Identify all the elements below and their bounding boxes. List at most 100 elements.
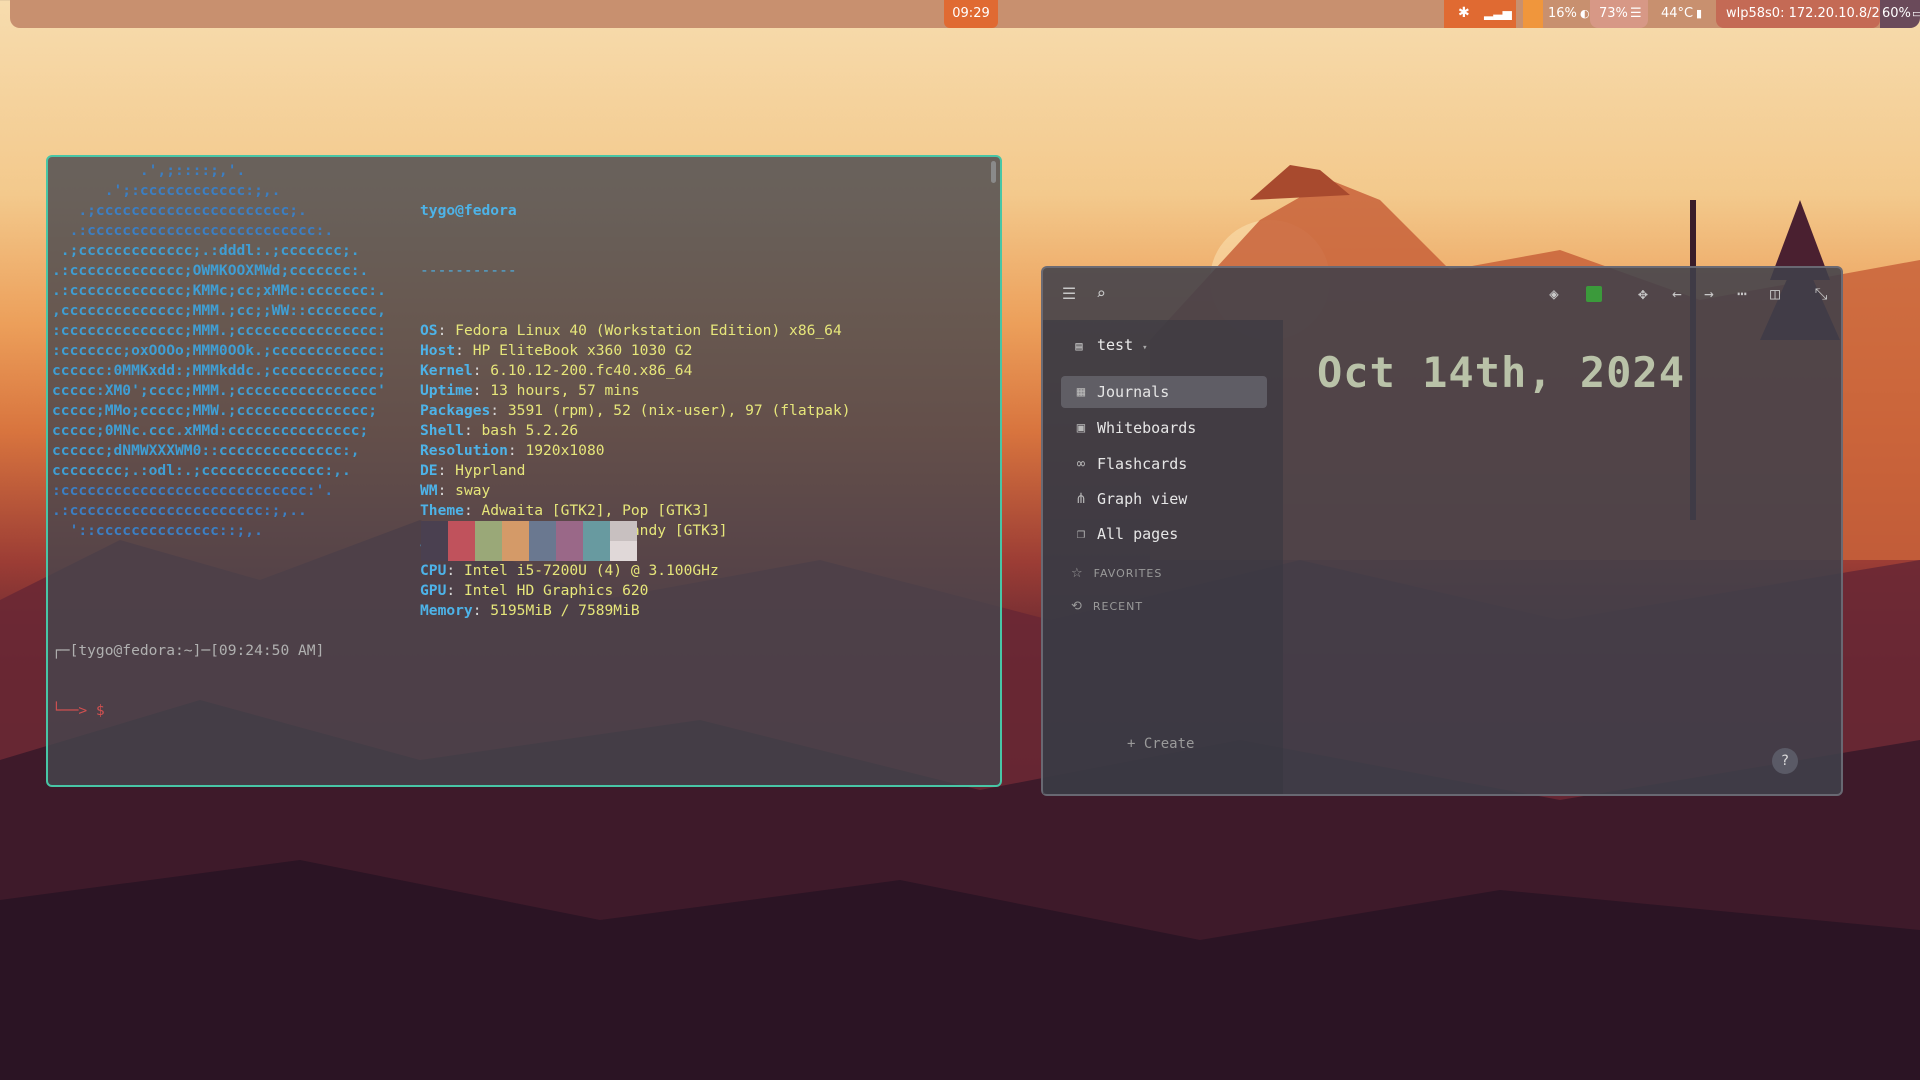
color-swatch xyxy=(610,541,637,561)
signal-icon[interactable]: ▂▃▅ xyxy=(1484,0,1512,28)
info-row: CPU: Intel i5-7200U (4) @ 3.100GHz xyxy=(420,562,719,579)
graph-name: test xyxy=(1097,336,1134,354)
logseq-window[interactable]: ☰ ⌕ ◈ ✥ ← → ⋯ ◫ ⤡ ▤ test ▾ ▦ Journals ▣ Whi… xyxy=(1041,266,1843,796)
whiteboard-icon: ▣ xyxy=(1076,420,1086,436)
info-row: Memory: 5195MiB / 7589MiB xyxy=(420,602,640,619)
info-value: bash 5.2.26 xyxy=(481,422,579,439)
create-button[interactable]: + Create xyxy=(1127,736,1194,752)
brightness-icon: ◐ xyxy=(1580,7,1590,20)
info-separator: ----------- xyxy=(420,262,517,279)
graph-icon: ⋔ xyxy=(1075,491,1087,507)
ascii-line: .:cccccccccccccccccccccc:;,.. xyxy=(52,502,307,519)
info-value: 1920x1080 xyxy=(525,442,605,459)
color-swatch xyxy=(529,521,556,541)
graph-selector[interactable]: test ▾ xyxy=(1097,336,1148,354)
color-swatch xyxy=(583,521,610,541)
info-value: Intel i5-7200U (4) @ 3.100GHz xyxy=(463,562,719,579)
ascii-line: :cccccccccccccc;MMM.;cccccccccccccccc: xyxy=(52,322,386,339)
shell-prompt[interactable]: ┌─[tygo@fedora:~]─[09:24:50 AM] └──> $ xyxy=(52,601,324,761)
plugins-icon[interactable]: ✥ xyxy=(1633,284,1653,304)
network-value[interactable]: wlp58s0: 172.20.10.8/28 xyxy=(1726,0,1888,28)
nav-item-flashcards[interactable]: ∞ Flashcards xyxy=(1061,448,1267,480)
color-swatch xyxy=(556,521,583,541)
clock[interactable]: 09:29 xyxy=(944,0,998,28)
color-palette xyxy=(421,521,637,561)
journal-title[interactable]: Oct 14th, 2024 xyxy=(1317,348,1685,397)
info-label: Uptime xyxy=(420,382,473,399)
info-row: Host: HP EliteBook x360 1030 G2 xyxy=(420,342,693,359)
volume-value[interactable]: 73% xyxy=(1599,0,1628,28)
nav-item-journals[interactable]: ▦ Journals xyxy=(1061,376,1267,408)
brightness-value[interactable]: 16% xyxy=(1548,0,1577,28)
database-icon: ▤ xyxy=(1075,339,1083,353)
ascii-line: .:ccccccccccccc;KMMc;cc;xMMc:ccccccc:. xyxy=(52,282,386,299)
info-value: Hyprland xyxy=(455,462,526,479)
nav-item-label: Graph view xyxy=(1097,490,1188,508)
nav-item-label: Flashcards xyxy=(1097,455,1188,473)
info-row: WM: sway xyxy=(420,482,491,499)
back-arrow-icon[interactable]: ← xyxy=(1667,284,1687,304)
info-row: Resolution: 1920x1080 xyxy=(420,442,605,459)
forward-arrow-icon[interactable]: → xyxy=(1699,284,1719,304)
terminal-window[interactable]: .',;::::;,'. .';:cccccccccccc:;,. .;cccc… xyxy=(46,155,1002,787)
history-icon: ⟲ xyxy=(1071,599,1083,614)
info-value: Adwaita [GTK2], Pop [GTK3] xyxy=(481,502,710,519)
recent-header[interactable]: ⟲ RECENT xyxy=(1071,599,1143,614)
color-swatch xyxy=(421,541,448,561)
info-value: Fedora Linux 40 (Workstation Edition) x8… xyxy=(455,322,842,339)
top-status-bar: 09:29 ✱ ▂▃▅ 16% ◐ 73% ☰ 44°C ▮ wlp58s0: … xyxy=(10,0,1920,28)
git-icon[interactable]: ◈ xyxy=(1544,284,1564,304)
nav-item-graph-view[interactable]: ⋔ Graph view xyxy=(1061,483,1267,515)
info-label: Theme xyxy=(420,502,464,519)
help-button[interactable]: ? xyxy=(1772,748,1798,774)
info-label: GPU xyxy=(420,582,447,599)
info-label: Resolution xyxy=(420,442,508,459)
terminal-scrollbar[interactable] xyxy=(991,161,996,183)
menu-icon[interactable]: ☰ xyxy=(1059,284,1079,304)
ascii-line: .:cccccccccccccccccccccccccc:. xyxy=(52,222,334,239)
prompt-line-1: ┌─[tygo@fedora:~]─[09:24:50 AM] xyxy=(52,642,325,659)
color-swatch xyxy=(448,541,475,561)
ascii-line: '::cccccccccccccc::;,. xyxy=(52,522,263,539)
nav-item-label: Whiteboards xyxy=(1097,419,1197,437)
info-row: GPU: Intel HD Graphics 620 xyxy=(420,582,649,599)
ascii-line: ccccc;0MNc.ccc.xMMd:ccccccccccccccc; xyxy=(52,422,369,439)
info-label: Shell xyxy=(420,422,464,439)
ascii-line: .';:cccccccccccc:;,. xyxy=(52,182,281,199)
brightness-pill xyxy=(1523,0,1543,28)
nav-item-all-pages[interactable]: ❐ All pages xyxy=(1061,518,1267,550)
color-swatch xyxy=(502,541,529,561)
info-row: Packages: 3591 (rpm), 52 (nix-user), 97 … xyxy=(420,402,851,419)
ascii-line: .:ccccccccccccc;OWMKOOXMWd;ccccccc:. xyxy=(52,262,369,279)
battery-icon: ▭ xyxy=(1912,7,1920,20)
bluetooth-icon[interactable]: ✱ xyxy=(1458,0,1470,28)
ascii-line: .;cccccccccccccccccccccc;. xyxy=(52,202,307,219)
more-options-icon[interactable]: ⋯ xyxy=(1732,284,1752,304)
ascii-line: .',;::::;,'. xyxy=(52,162,246,179)
chevron-down-icon: ▾ xyxy=(1142,343,1148,353)
info-label: Host xyxy=(420,342,456,359)
toggle-right-sidebar-icon[interactable]: ◫ xyxy=(1765,284,1785,304)
search-icon[interactable]: ⌕ xyxy=(1091,284,1111,304)
nav-item-whiteboards[interactable]: ▣ Whiteboards xyxy=(1061,412,1267,444)
battery-value[interactable]: 60% xyxy=(1882,0,1911,28)
favorites-label: FAVORITES xyxy=(1093,567,1163,580)
ascii-line: ccccc;MMo;ccccc;MMW.;ccccccccccccccc; xyxy=(52,402,378,419)
info-label: OS xyxy=(420,322,438,339)
sync-status-icon[interactable] xyxy=(1586,286,1602,302)
color-swatch xyxy=(448,521,475,541)
recent-label: RECENT xyxy=(1092,600,1144,613)
favorites-header[interactable]: ☆ FAVORITES xyxy=(1071,566,1162,581)
info-label: Kernel xyxy=(420,362,473,379)
color-swatch xyxy=(421,521,448,541)
color-swatch xyxy=(610,521,637,541)
prompt-line-2[interactable]: └──> $ xyxy=(52,701,324,721)
info-value: 13 hours, 57 mins xyxy=(490,382,640,399)
color-swatch xyxy=(475,521,502,541)
collapse-window-icon[interactable]: ⤡ xyxy=(1811,284,1831,304)
color-swatch xyxy=(583,541,610,561)
temperature-value[interactable]: 44°C xyxy=(1661,0,1693,28)
thermometer-icon: ▮ xyxy=(1696,7,1703,20)
fedora-ascii-logo: .',;::::;,'. .';:cccccccccccc:;,. .;cccc… xyxy=(52,161,386,541)
ascii-line: ,cccccccccccccc;MMM.;cc;;WW::cccccccc, xyxy=(52,302,386,319)
